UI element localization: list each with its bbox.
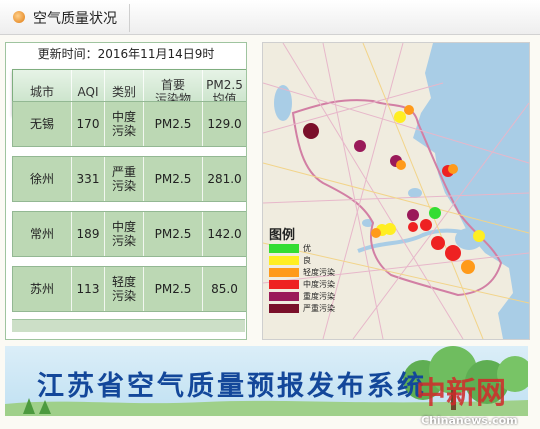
cell-aqi: 170 xyxy=(76,117,100,131)
cell-pollutant: PM2.5 xyxy=(154,227,192,241)
cell-pollutant: PM2.5 xyxy=(154,117,192,131)
cell-aqi: 113 xyxy=(76,282,100,296)
cell-aqi: 331 xyxy=(76,172,100,186)
panel-header: 空气质量状况 xyxy=(0,0,540,35)
table-row[interactable]: 无锡 170 中度 污染 PM2.5 129.0 xyxy=(12,101,246,147)
cell-city: 徐州 xyxy=(29,172,54,186)
cell-category: 轻度 污染 xyxy=(111,275,136,303)
legend-item: 中度污染 xyxy=(269,278,353,290)
cell-category: 中度 污染 xyxy=(111,110,136,138)
banner-title: 江苏省空气质量预报发布系统 xyxy=(37,371,427,402)
header-divider xyxy=(129,4,130,32)
legend-item: 轻度污染 xyxy=(269,266,353,278)
pollution-map[interactable]: 图例 优 良 轻度污染 中度污染 重度污染 严重污染 xyxy=(262,42,530,340)
cell-pm25: 142.0 xyxy=(207,227,242,241)
table-scroll-area[interactable] xyxy=(12,319,245,332)
legend-item: 良 xyxy=(269,254,353,266)
legend-title: 图例 xyxy=(269,228,296,243)
table-row[interactable]: 苏州 113 轻度 污染 PM2.5 85.0 xyxy=(12,266,246,312)
legend-item: 重度污染 xyxy=(269,290,353,302)
cell-aqi: 189 xyxy=(76,227,100,241)
cell-pm25: 85.0 xyxy=(211,282,238,296)
map-legend: 图例 优 良 轻度污染 中度污染 重度污染 严重污染 xyxy=(269,224,353,314)
cell-pollutant: PM2.5 xyxy=(154,282,192,296)
cell-city: 无锡 xyxy=(29,117,54,131)
cell-pm25: 129.0 xyxy=(207,117,242,131)
cell-pm25: 281.0 xyxy=(207,172,242,186)
chinanews-watermark-logo: 中新网 xyxy=(416,376,506,411)
panel-title: 空气质量状况 xyxy=(33,11,117,27)
table-row[interactable]: 徐州 331 严重 污染 PM2.5 281.0 xyxy=(12,156,246,202)
cell-city: 苏州 xyxy=(29,282,54,296)
cell-category: 严重 污染 xyxy=(111,165,136,193)
cell-category: 中度 污染 xyxy=(111,220,136,248)
legend-item: 优 xyxy=(269,242,353,254)
chinanews-watermark-url: Chinanews.com xyxy=(421,414,518,427)
cell-city: 常州 xyxy=(29,227,54,241)
air-quality-table-panel: 更新时间：2016年11月14日9时 城市 AQI 类别 首要 污染物 PM2.… xyxy=(5,42,247,340)
cell-pollutant: PM2.5 xyxy=(154,172,192,186)
table-row[interactable]: 常州 189 中度 污染 PM2.5 142.0 xyxy=(12,211,246,257)
update-time: 更新时间：2016年11月14日9时 xyxy=(37,47,215,61)
legend-item: 严重污染 xyxy=(269,302,353,314)
orange-circle-icon xyxy=(13,11,25,23)
